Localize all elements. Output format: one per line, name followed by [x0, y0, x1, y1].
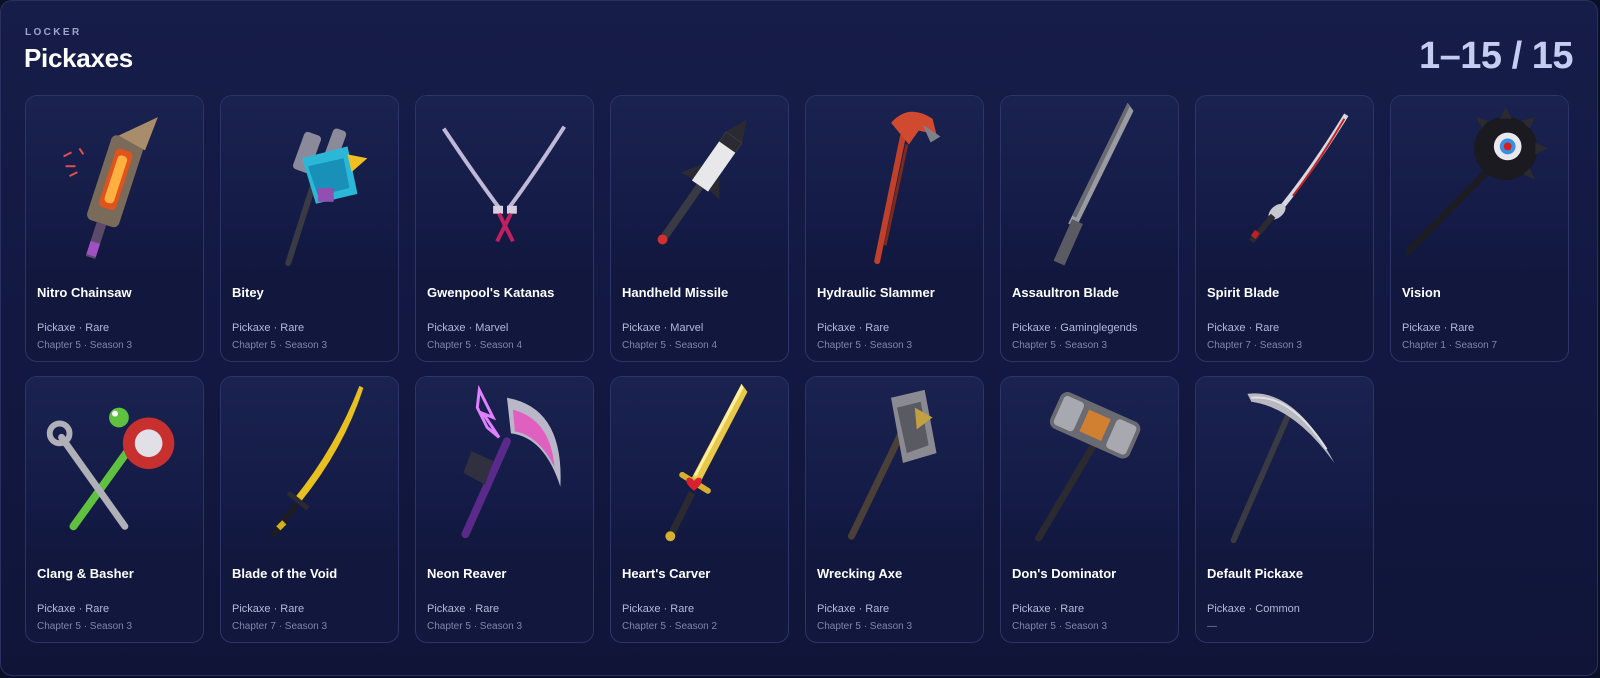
item-type-rarity: Pickaxe · Rare [1402, 322, 1475, 334]
item-card-handheld-missile[interactable]: Handheld Missile Pickaxe · Marvel Chapte… [610, 95, 789, 362]
item-type-rarity: Pickaxe · Marvel [622, 322, 704, 334]
item-name: Heart's Carver [622, 566, 711, 581]
item-name: Gwenpool's Katanas [427, 285, 555, 300]
item-name: Blade of the Void [232, 566, 338, 581]
locker-panel: LOCKER Pickaxes 1–15 / 15 Nitro Chainsaw… [0, 0, 1598, 676]
golden-sword-icon [270, 385, 364, 538]
item-type-rarity: Pickaxe · Rare [817, 603, 890, 615]
item-season: Chapter 5 · Season 3 [37, 621, 133, 632]
item-type-rarity: Pickaxe · Common [1207, 603, 1300, 615]
item-name: Vision [1402, 285, 1441, 300]
item-thumbnail [1001, 96, 1178, 274]
item-card-spirit-blade[interactable]: Spirit Blade Pickaxe · Rare Chapter 7 · … [1195, 95, 1374, 362]
item-card-default-pickaxe[interactable]: Default Pickaxe Pickaxe · Common — [1195, 376, 1374, 643]
page-title: Pickaxes [24, 43, 133, 73]
item-card-assaultron-blade[interactable]: Assaultron Blade Pickaxe · Gaminglegends… [1000, 95, 1179, 362]
item-name: Wrecking Axe [817, 566, 903, 581]
item-card-clang-and-basher[interactable]: Clang & Basher Pickaxe · Rare Chapter 5 … [25, 376, 204, 643]
sledgehammer-icon [1035, 392, 1141, 542]
item-name: Hydraulic Slammer [817, 285, 935, 300]
item-name: Bitey [232, 285, 264, 300]
neon-scythe-icon [461, 384, 561, 539]
item-season: Chapter 1 · Season 7 [1402, 340, 1498, 351]
eye-mace-icon [1405, 106, 1548, 255]
item-thumbnail [1196, 377, 1373, 555]
item-thumbnail [611, 377, 788, 555]
hydraulic-claw-icon [874, 111, 941, 265]
item-type-rarity: Pickaxe · Rare [622, 603, 695, 615]
item-season: Chapter 5 · Season 3 [1012, 340, 1108, 351]
item-thumbnail [416, 377, 593, 555]
heart-sword-icon [665, 383, 748, 542]
item-card-gwenpools-katanas[interactable]: Gwenpool's Katanas Pickaxe · Marvel Chap… [415, 95, 594, 362]
dual-katanas-icon [442, 125, 566, 243]
item-thumbnail [806, 96, 983, 274]
item-thumbnail [1391, 96, 1568, 274]
item-card-blade-of-the-void[interactable]: Blade of the Void Pickaxe · Rare Chapter… [220, 376, 399, 643]
item-type-rarity: Pickaxe · Rare [817, 322, 890, 334]
item-season: Chapter 5 · Season 4 [622, 340, 718, 351]
item-name: Nitro Chainsaw [37, 285, 132, 300]
item-season: Chapter 7 · Season 3 [1207, 340, 1303, 351]
pickaxe-icon [1230, 393, 1335, 544]
item-thumbnail [1001, 377, 1178, 555]
item-name: Spirit Blade [1207, 285, 1280, 300]
item-card-hydraulic-slammer[interactable]: Hydraulic Slammer Pickaxe · Rare Chapter… [805, 95, 984, 362]
item-name: Neon Reaver [427, 566, 507, 581]
item-card-bitey[interactable]: Bitey Pickaxe · Rare Chapter 5 · Season … [220, 95, 399, 362]
item-type-rarity: Pickaxe · Rare [37, 322, 110, 334]
item-thumbnail [221, 96, 398, 274]
serrated-blade-icon [1053, 102, 1134, 266]
item-type-rarity: Pickaxe · Rare [232, 603, 305, 615]
item-season: Chapter 7 · Season 3 [232, 621, 328, 632]
item-card-neon-reaver[interactable]: Neon Reaver Pickaxe · Rare Chapter 5 · S… [415, 376, 594, 643]
item-season: Chapter 5 · Season 2 [622, 621, 718, 632]
item-thumbnail [611, 96, 788, 274]
item-season: Chapter 5 · Season 3 [37, 340, 133, 351]
item-thumbnail [26, 96, 203, 274]
item-thumbnail [416, 96, 593, 274]
chainsaw-icon [63, 117, 158, 259]
item-thumbnail [1196, 96, 1373, 274]
section-kicker: LOCKER [25, 27, 82, 38]
item-season: Chapter 5 · Season 4 [427, 340, 523, 351]
drill-hammer-icon [285, 128, 368, 267]
item-type-rarity: Pickaxe · Marvel [427, 322, 509, 334]
missile-icon [657, 119, 747, 245]
item-name: Clang & Basher [37, 566, 134, 581]
item-season: Chapter 5 · Season 3 [427, 621, 523, 632]
item-type-rarity: Pickaxe · Gaminglegends [1012, 322, 1138, 334]
item-card-wrecking-axe[interactable]: Wrecking Axe Pickaxe · Rare Chapter 5 · … [805, 376, 984, 643]
item-type-rarity: Pickaxe · Rare [1012, 603, 1085, 615]
pickaxe-grid: Nitro Chainsaw Pickaxe · Rare Chapter 5 … [25, 95, 1577, 643]
item-type-rarity: Pickaxe · Rare [427, 603, 500, 615]
item-season: Chapter 5 · Season 3 [1012, 621, 1108, 632]
item-thumbnail [26, 377, 203, 555]
item-name: Handheld Missile [622, 285, 729, 300]
item-name: Assaultron Blade [1012, 285, 1119, 300]
item-card-nitro-chainsaw[interactable]: Nitro Chainsaw Pickaxe · Rare Chapter 5 … [25, 95, 204, 362]
item-thumbnail [806, 377, 983, 555]
item-card-hearts-carver[interactable]: Heart's Carver Pickaxe · Rare Chapter 5 … [610, 376, 789, 643]
item-type-rarity: Pickaxe · Rare [1207, 322, 1280, 334]
item-name: Default Pickaxe [1207, 566, 1304, 581]
item-count: 1–15 / 15 [1419, 35, 1573, 77]
item-season: Chapter 5 · Season 3 [232, 340, 328, 351]
item-thumbnail [221, 377, 398, 555]
item-name: Don's Dominator [1012, 566, 1117, 581]
wrench-hammer-icon [46, 407, 175, 531]
item-card-vision[interactable]: Vision Pickaxe · Rare Chapter 1 · Season… [1390, 95, 1569, 362]
item-type-rarity: Pickaxe · Rare [37, 603, 110, 615]
item-type-rarity: Pickaxe · Rare [232, 322, 305, 334]
katana-icon [1249, 113, 1349, 244]
item-season: — [1207, 621, 1217, 632]
item-season: Chapter 5 · Season 3 [817, 621, 913, 632]
item-card-dons-dominator[interactable]: Don's Dominator Pickaxe · Rare Chapter 5… [1000, 376, 1179, 643]
axe-icon [848, 389, 937, 540]
item-season: Chapter 5 · Season 3 [817, 340, 913, 351]
